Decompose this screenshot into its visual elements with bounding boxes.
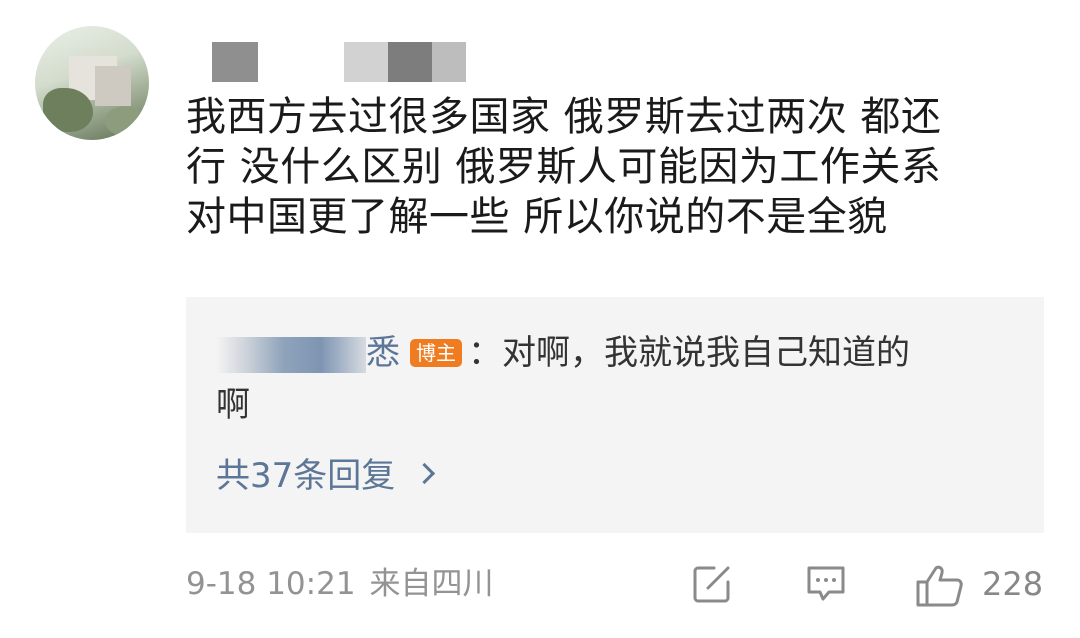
- share-edit-icon: [693, 566, 730, 603]
- reply-text-cont: 啊: [216, 385, 250, 425]
- reply-preview[interactable]: 悉博主 ：对啊，我就说我自己知道的 啊 共37条回复: [186, 297, 1044, 533]
- comment-line: 对中国更了解一些 所以你说的不是全貌: [186, 194, 888, 240]
- comment-icon: [807, 566, 845, 601]
- avatar-blur: [95, 66, 131, 106]
- comment-line: 行 没什么区别 俄罗斯人可能因为工作关系: [186, 144, 942, 190]
- username-redacted[interactable]: [212, 42, 258, 82]
- avatar[interactable]: [35, 26, 149, 140]
- like-button[interactable]: [915, 564, 965, 612]
- comment-line: 我西方去过很多国家 俄罗斯去过两次 都还: [186, 94, 942, 140]
- replier-name[interactable]: 悉: [366, 333, 400, 373]
- like-count: 228: [982, 565, 1044, 603]
- replier-name-redacted[interactable]: [216, 336, 366, 373]
- comment-button[interactable]: [805, 564, 847, 608]
- location: 来自四川: [369, 566, 494, 602]
- avatar-foliage: [105, 106, 145, 136]
- more-replies-link[interactable]: 共37条回复: [216, 454, 436, 498]
- username-redacted[interactable]: [432, 42, 466, 82]
- comment-meta: 9-18 10:21 来自四川: [186, 562, 494, 606]
- avatar-foliage: [43, 88, 93, 132]
- timestamp: 9-18 10:21: [186, 566, 356, 602]
- reply-content: 悉博主 ：对啊，我就说我自己知道的 啊: [216, 327, 1016, 431]
- chevron-right-icon: [414, 462, 436, 485]
- share-button[interactable]: [692, 564, 732, 608]
- username-redacted[interactable]: [388, 42, 432, 82]
- more-replies-label[interactable]: 共37条回复: [216, 456, 395, 496]
- reply-text: ：对啊，我就说我自己知道的: [468, 333, 910, 373]
- comment-text: 我西方去过很多国家 俄罗斯去过两次 都还 行 没什么区别 俄罗斯人可能因为工作关…: [186, 92, 1036, 242]
- author-badge: 博主: [410, 339, 462, 367]
- username-redacted[interactable]: [344, 42, 388, 82]
- thumbs-up-icon: [916, 565, 963, 607]
